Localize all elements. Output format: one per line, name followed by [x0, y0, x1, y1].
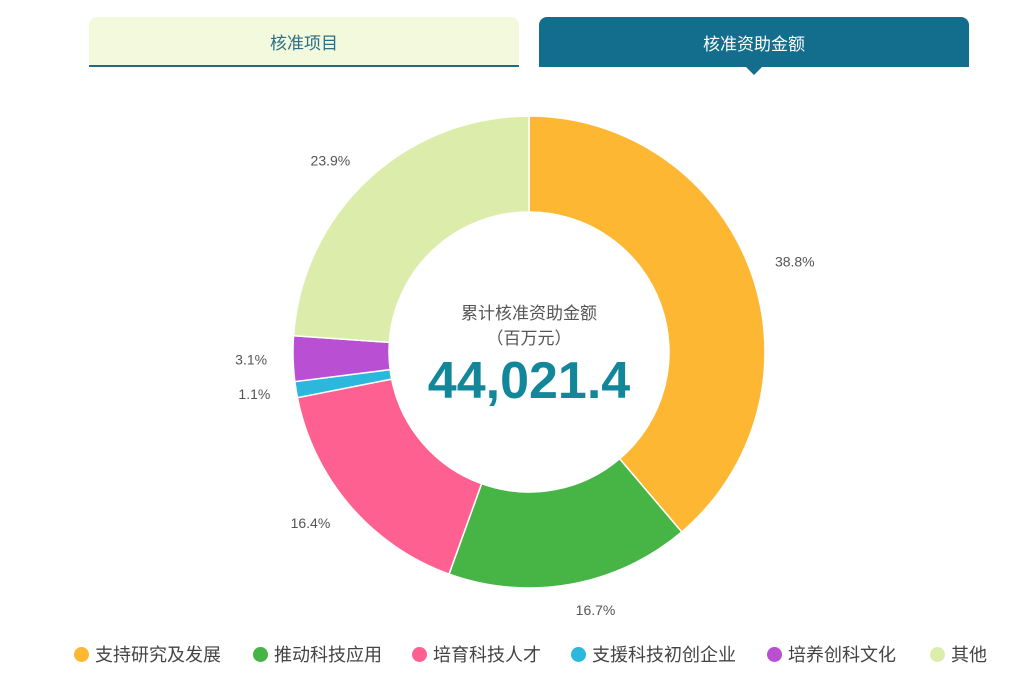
legend-marker — [74, 646, 89, 662]
percent-label: 16.4% — [291, 515, 331, 531]
percent-label: 38.8% — [775, 254, 815, 270]
percent-label: 1.1% — [238, 386, 270, 402]
donut-chart: 38.8% 16.7% 16.4% 1.1% 3.1% 23.9% 累计核准资助金额 （百… — [235, 115, 815, 618]
legend-marker — [253, 646, 268, 662]
legend-marker — [571, 646, 586, 662]
legend-label: 支持研究及发展 — [95, 645, 221, 666]
legend-label: 培养创科文化 — [788, 645, 896, 666]
percent-label: 23.9% — [311, 152, 351, 168]
center-total-value: 44,021.4 — [428, 352, 630, 410]
legend-label: 推动科技应用 — [274, 645, 382, 666]
percent-label: 3.1% — [235, 351, 267, 367]
legend-item[interactable]: 支援科技初创企业 — [571, 641, 736, 667]
legend-marker — [930, 646, 945, 662]
legend-label: 支援科技初创企业 — [592, 645, 736, 666]
legend-marker — [767, 646, 782, 662]
legend-item[interactable]: 其他 — [930, 641, 987, 667]
legend-item[interactable]: 培养创科文化 — [767, 641, 896, 667]
chart-root: 核准项目 核准资助金额 38.8% 16.7% 16.4% 1.1% 3.1% 23.9%… — [0, 0, 1029, 688]
legend-item[interactable]: 推动科技应用 — [253, 641, 382, 667]
legend-label: 培育科技人才 — [433, 645, 541, 666]
percent-label: 16.7% — [576, 602, 616, 618]
legend-item[interactable]: 培育科技人才 — [412, 641, 541, 667]
chart-legend: 支持研究及发展 推动科技应用 培育科技人才 支援科技初创企业 培养创科文化 其他 — [0, 641, 1029, 667]
center-unit: （百万元） — [487, 329, 572, 349]
legend-label: 其他 — [951, 645, 987, 666]
center-title: 累计核准资助金额 — [461, 304, 597, 324]
legend-marker — [412, 646, 427, 662]
legend-item[interactable]: 支持研究及发展 — [74, 641, 221, 667]
